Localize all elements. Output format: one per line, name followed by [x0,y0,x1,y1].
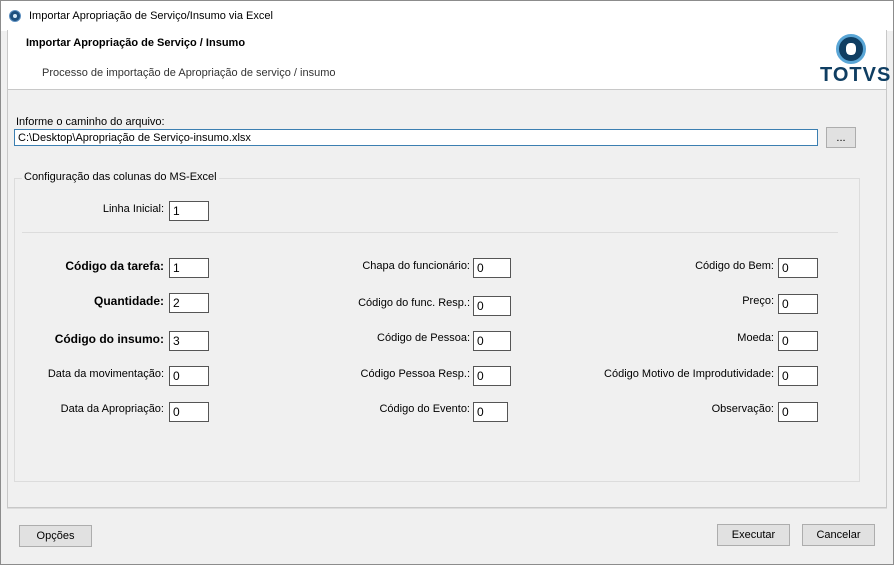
data-movimentacao-input[interactable] [169,366,209,386]
cancel-button[interactable]: Cancelar [802,524,875,546]
codigo-pessoa-resp-label: Código Pessoa Resp.: [360,368,470,380]
file-path-input[interactable] [14,129,818,146]
observacao-label: Observação: [711,403,774,415]
separator [22,232,838,233]
codigo-bem-input[interactable] [778,258,818,278]
chapa-funcionario-label: Chapa do funcionário: [362,260,470,272]
header-title: Importar Apropriação de Serviço / Insumo [26,37,246,49]
data-apropriacao-input[interactable] [169,402,209,422]
codigo-tarefa-label: Código da tarefa: [65,259,164,273]
chapa-funcionario-input[interactable] [473,258,511,278]
observacao-input[interactable] [778,402,818,422]
moeda-input[interactable] [778,331,818,351]
preco-input[interactable] [778,294,818,314]
excel-columns-group [14,178,860,482]
codigo-motivo-improdutividade-input[interactable] [778,366,818,386]
codigo-tarefa-input[interactable] [169,258,209,278]
file-path-label: Informe o caminho do arquivo: [16,116,165,128]
options-button[interactable]: Opções [19,525,92,547]
data-movimentacao-label: Data da movimentação: [47,368,164,380]
codigo-motivo-improdutividade-label: Código Motivo de Improdutividade: [604,368,774,380]
totvs-logo-text: TOTVS [820,64,892,86]
group-title: Configuração das colunas do MS-Excel [22,171,219,183]
data-apropriacao-label: Data da Apropriação: [60,403,164,415]
codigo-pessoa-resp-input[interactable] [473,366,511,386]
footer-divider [7,508,887,509]
execute-button[interactable]: Executar [717,524,790,546]
header-panel: Importar Apropriação de Serviço / Insumo… [7,30,890,90]
linha-inicial-label: Linha Inicial: [102,203,164,215]
codigo-evento-input[interactable] [473,402,508,422]
quantidade-input[interactable] [169,293,209,313]
title-bar: Importar Apropriação de Serviço/Insumo v… [1,1,893,31]
codigo-bem-label: Código do Bem: [695,260,774,272]
codigo-insumo-input[interactable] [169,331,209,351]
preco-label: Preço: [742,295,774,307]
window-title: Importar Apropriação de Serviço/Insumo v… [29,10,273,22]
codigo-func-resp-input[interactable] [473,296,511,316]
codigo-insumo-label: Código do insumo: [54,332,164,346]
header-subtitle: Processo de importação de Apropriação de… [42,67,336,79]
totvs-logo-icon [836,34,866,64]
moeda-label: Moeda: [737,332,774,344]
quantidade-label: Quantidade: [93,294,164,308]
app-icon [9,10,21,22]
codigo-pessoa-label: Código de Pessoa: [377,332,470,344]
codigo-pessoa-input[interactable] [473,331,511,351]
codigo-evento-label: Código do Evento: [379,403,470,415]
linha-inicial-input[interactable] [169,201,209,221]
browse-button[interactable]: ... [826,127,856,148]
codigo-func-resp-label: Código do func. Resp.: [358,297,470,309]
